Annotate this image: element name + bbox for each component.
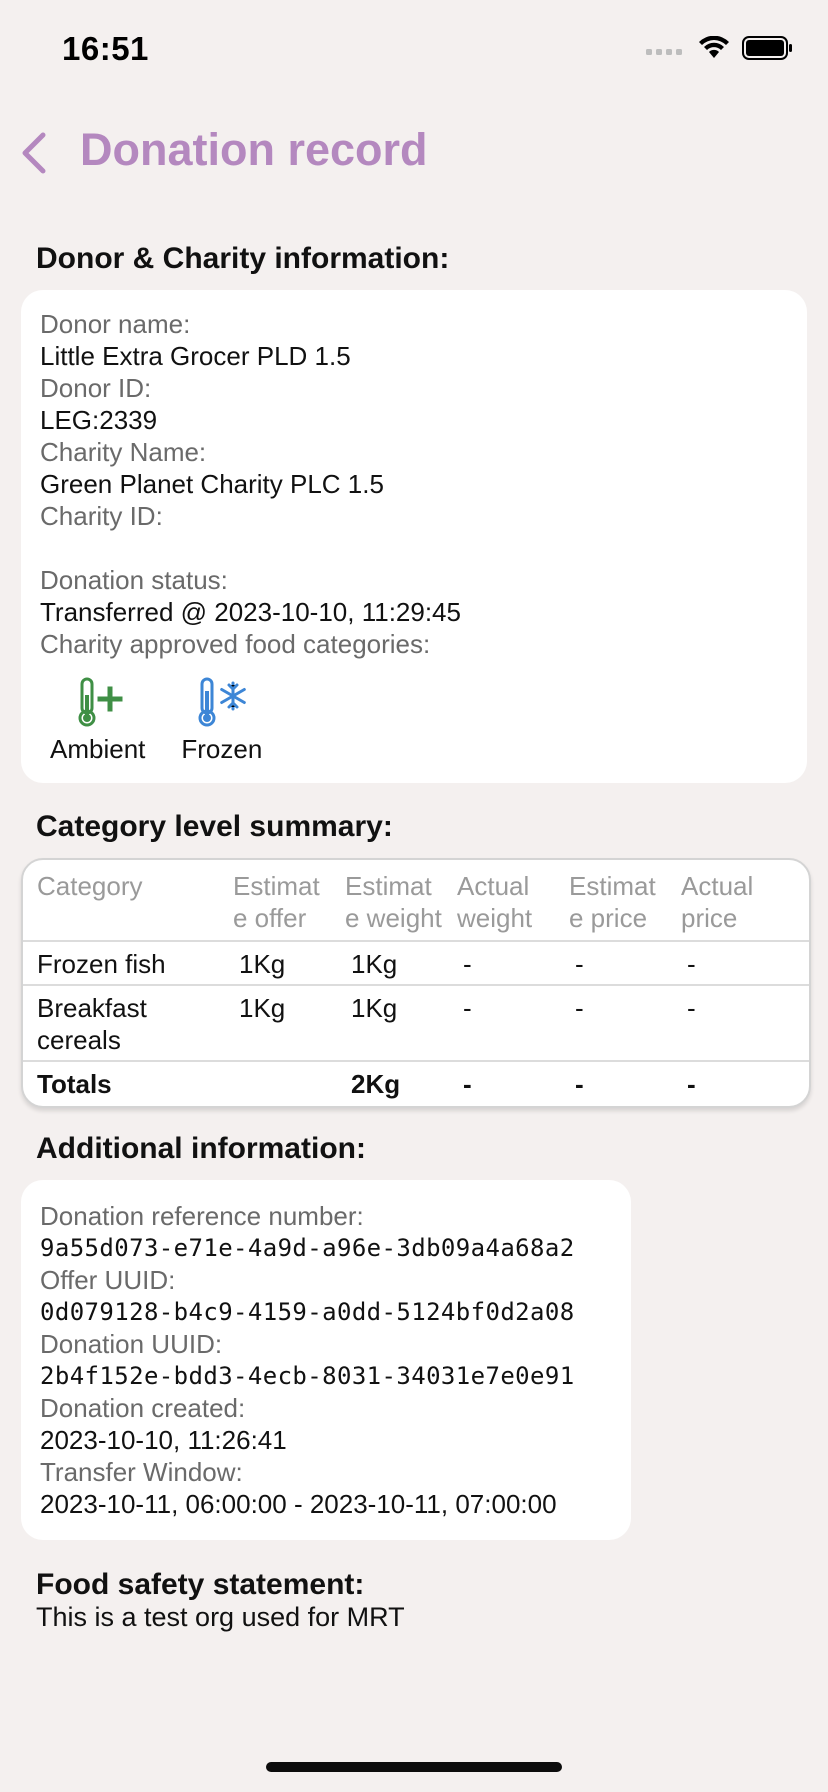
charity-id-label: Charity ID:: [40, 501, 163, 531]
donation-created-label: Donation created:: [40, 1393, 246, 1423]
table-cell-estimate-price: -: [569, 940, 681, 985]
battery-icon: [742, 36, 794, 65]
status-bar: 16:51: [0, 0, 828, 100]
status-time: 16:51: [62, 30, 149, 67]
column-header-estimate-price: Estimat e price: [569, 871, 656, 933]
totals-estimate-offer: [233, 1060, 345, 1106]
category-summary-table: Category Estimat e offer Estimat e weight …: [21, 858, 811, 1108]
donor-id-value: LEG:2339: [40, 405, 158, 435]
table-row: Breakfast cereals 1Kg 1Kg - - -: [23, 984, 809, 1061]
totals-estimate-weight: 2Kg: [345, 1060, 457, 1106]
donation-created-value: 2023-10-10, 11:26:41: [40, 1425, 287, 1455]
reference-number-value: 9a55d073-e71e-4a9d-a96e-3db09a4a68a2: [40, 1234, 575, 1262]
column-header-estimate-offer: Estimat e offer: [233, 871, 320, 933]
back-button[interactable]: [12, 128, 56, 178]
table-cell-actual-weight: -: [457, 984, 569, 1061]
table-cell-actual-price: -: [681, 984, 809, 1061]
thermometer-snowflake-icon: [194, 676, 250, 728]
additional-info-card: Donation reference number: 9a55d073-e71e…: [21, 1180, 631, 1540]
totals-actual-price: -: [681, 1060, 809, 1106]
charity-name-value: Green Planet Charity PLC 1.5: [40, 469, 384, 499]
header: Donation record: [0, 110, 828, 190]
donation-status-value: Transferred @ 2023-10-10, 11:29:45: [40, 597, 461, 627]
transfer-window-value: 2023-10-11, 06:00:00 - 2023-10-11, 07:00…: [40, 1489, 557, 1519]
table-cell-actual-weight: -: [457, 940, 569, 985]
table-cell-category: Breakfast cereals: [23, 984, 233, 1061]
table-cell-estimate-weight: 1Kg: [345, 984, 457, 1061]
category-ambient-label: Ambient: [50, 734, 146, 764]
donor-name-value: Little Extra Grocer PLD 1.5: [40, 341, 351, 371]
charity-name-label: Charity Name:: [40, 437, 207, 467]
donor-info-card: Donor name: Little Extra Grocer PLD 1.5 …: [21, 290, 807, 783]
column-header-actual-price: Actual price: [681, 871, 754, 933]
offer-uuid-value: 0d079128-b4c9-4159-a0dd-5124bf0d2a08: [40, 1298, 575, 1326]
charity-id-value: [40, 532, 807, 564]
home-indicator[interactable]: [266, 1762, 562, 1772]
status-icons: [646, 35, 794, 65]
table-totals-row: Totals 2Kg - - -: [23, 1060, 809, 1106]
category-ambient: Ambient: [50, 676, 145, 765]
donor-name-label: Donor name:: [40, 309, 191, 339]
totals-estimate-price: -: [569, 1060, 681, 1106]
food-safety-statement: This is a test org used for MRT: [36, 1602, 405, 1632]
category-frozen-label: Frozen: [181, 734, 263, 764]
reference-number-label: Donation reference number:: [40, 1201, 364, 1231]
table-cell-category: Frozen fish: [23, 940, 233, 985]
donation-status-label: Donation status:: [40, 565, 228, 595]
table-cell-estimate-offer: 1Kg: [233, 940, 345, 985]
totals-actual-weight: -: [457, 1060, 569, 1106]
table-header-row: Category Estimat e offer Estimat e weight …: [23, 860, 809, 941]
donor-id-label: Donor ID:: [40, 373, 152, 403]
donor-section-heading: Donor & Charity information:: [36, 242, 450, 275]
column-header-category: Category: [37, 871, 143, 901]
table-row: Frozen fish 1Kg 1Kg - - -: [23, 940, 809, 985]
thermometer-plus-icon: [70, 676, 126, 728]
column-header-actual-weight: Actual weight: [457, 871, 533, 933]
category-frozen: Frozen: [181, 676, 262, 765]
column-header-estimate-weight: Estimat e weight: [345, 871, 442, 933]
approved-categories-label: Charity approved food categories:: [40, 629, 431, 659]
table-cell-estimate-price: -: [569, 984, 681, 1061]
summary-section-heading: Category level summary:: [36, 810, 393, 843]
donation-uuid-label: Donation UUID:: [40, 1329, 223, 1359]
offer-uuid-label: Offer UUID:: [40, 1265, 176, 1295]
donation-uuid-value: 2b4f152e-bdd3-4ecb-8031-34031e7e0e91: [40, 1362, 575, 1390]
table-cell-estimate-weight: 1Kg: [345, 940, 457, 985]
wifi-icon: [698, 35, 730, 65]
page-title: Donation record: [80, 124, 428, 175]
table-cell-actual-price: -: [681, 940, 809, 985]
chevron-left-icon: [22, 132, 46, 174]
transfer-window-label: Transfer Window:: [40, 1457, 243, 1487]
totals-label: Totals: [23, 1060, 233, 1106]
food-safety-heading: Food safety statement:: [36, 1568, 365, 1601]
additional-section-heading: Additional information:: [36, 1132, 366, 1165]
table-cell-estimate-offer: 1Kg: [233, 984, 345, 1061]
cellular-signal-icon: [646, 41, 686, 60]
approved-categories-list: Ambient Frozen: [40, 676, 807, 765]
